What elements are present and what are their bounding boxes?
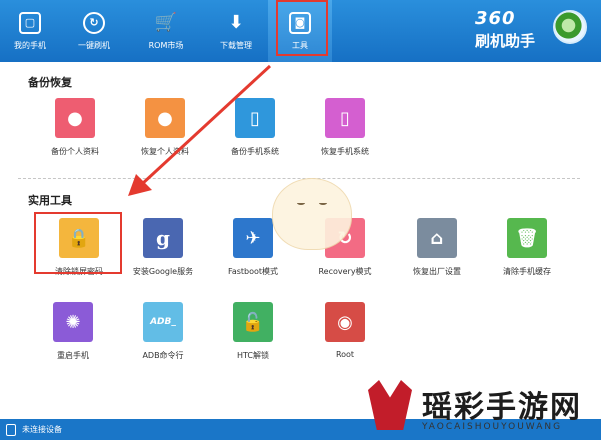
tile-reboot[interactable]: ✺ 重启手机 bbox=[28, 302, 118, 372]
tile-label: 恢复个人资料 bbox=[141, 147, 189, 156]
highlight-tools bbox=[276, 0, 328, 56]
tile-label: Recovery模式 bbox=[318, 267, 372, 276]
tile-label: Root bbox=[335, 350, 355, 359]
mascot-eye bbox=[297, 201, 305, 205]
top-toolbar: ▢ 我的手机 ↻ 一键刷机 🛒 ROM市场 ⬇ 下载管理 ◙ 工具 360 刷机… bbox=[0, 0, 601, 62]
unlock-icon: 🔓 bbox=[233, 302, 273, 342]
tile-label: Fastboot模式 bbox=[227, 267, 279, 276]
person-restore-icon: ● bbox=[145, 98, 185, 138]
tile-backup-personal[interactable]: ● 备份个人资料 bbox=[30, 98, 120, 168]
rocket-icon: ✈ bbox=[233, 218, 273, 258]
section-title-backup: 备份恢复 bbox=[28, 76, 72, 89]
tile-label: 恢复出厂设置 bbox=[413, 267, 461, 276]
mascot-eye bbox=[319, 201, 327, 205]
tile-clear-cache[interactable]: 🗑 清除手机缓存 bbox=[482, 218, 572, 288]
tile-label: ADB命令行 bbox=[142, 351, 184, 360]
tile-root[interactable]: ◉ Root bbox=[300, 302, 390, 372]
nav-my-phone[interactable]: ▢ 我的手机 bbox=[6, 0, 54, 62]
home-icon: ⌂ bbox=[417, 218, 457, 258]
trash-icon: 🗑 bbox=[507, 218, 547, 258]
nav-label: 下载管理 bbox=[220, 40, 252, 50]
nav-rom-market[interactable]: 🛒 ROM市场 bbox=[138, 0, 194, 62]
tile-backup-system[interactable]: ▯ 备份手机系统 bbox=[210, 98, 300, 168]
tile-label: 恢复手机系统 bbox=[321, 147, 369, 156]
nav-one-click-flash[interactable]: ↻ 一键刷机 bbox=[68, 0, 120, 62]
tile-label: 安装Google服务 bbox=[132, 267, 194, 276]
tile-label: HTC解锁 bbox=[236, 351, 270, 360]
phone-restore-icon: ▯ bbox=[325, 98, 365, 138]
tile-restore-personal[interactable]: ● 恢复个人资料 bbox=[120, 98, 210, 168]
tile-install-google[interactable]: g 安装Google服务 bbox=[118, 218, 208, 288]
download-icon: ⬇ bbox=[228, 12, 244, 33]
mascot-image bbox=[272, 178, 352, 250]
tile-htc-unlock[interactable]: 🔓 HTC解锁 bbox=[208, 302, 298, 372]
tile-label: 重启手机 bbox=[57, 351, 89, 360]
tile-label: 备份手机系统 bbox=[231, 147, 279, 156]
nav-download-manager[interactable]: ⬇ 下载管理 bbox=[208, 0, 264, 62]
tile-factory-reset[interactable]: ⌂ 恢复出厂设置 bbox=[392, 218, 482, 288]
tile-adb[interactable]: ADB_ ADB命令行 bbox=[118, 302, 208, 372]
watermark: 瑶彩手游网 YAOCAISHOUYOUWANG bbox=[368, 378, 598, 438]
brand-name: 刷机助手 bbox=[475, 32, 536, 50]
status-text: 未连接设备 bbox=[22, 425, 62, 434]
watermark-text: 瑶彩手游网 bbox=[422, 390, 582, 425]
nav-label: 我的手机 bbox=[14, 40, 46, 50]
section-title-tools: 实用工具 bbox=[28, 194, 72, 207]
cart-icon: 🛒 bbox=[154, 12, 178, 33]
highlight-clear-lock bbox=[34, 212, 122, 274]
person-icon: ● bbox=[55, 98, 95, 138]
device-icon bbox=[6, 423, 16, 436]
terminal-icon: ADB_ bbox=[143, 302, 183, 342]
spinner-icon: ✺ bbox=[53, 302, 93, 342]
brand-number: 360 bbox=[475, 8, 516, 29]
phone-backup-icon: ▯ bbox=[235, 98, 275, 138]
watermark-logo-icon bbox=[368, 380, 412, 430]
tile-label: 清除手机缓存 bbox=[503, 267, 551, 276]
brand-circle-icon bbox=[553, 10, 587, 44]
google-icon: g bbox=[143, 218, 183, 258]
tile-label: 备份个人资料 bbox=[51, 147, 99, 156]
keyhole-icon: ◉ bbox=[325, 302, 365, 342]
tile-restore-system[interactable]: ▯ 恢复手机系统 bbox=[300, 98, 390, 168]
brand-logo-area: 360 刷机助手 bbox=[475, 8, 587, 52]
phone-icon: ▢ bbox=[19, 11, 41, 34]
flash-icon: ↻ bbox=[83, 11, 105, 34]
nav-label: ROM市场 bbox=[148, 40, 184, 50]
watermark-subtext: YAOCAISHOUYOUWANG bbox=[422, 422, 563, 432]
nav-label: 一键刷机 bbox=[78, 40, 110, 50]
